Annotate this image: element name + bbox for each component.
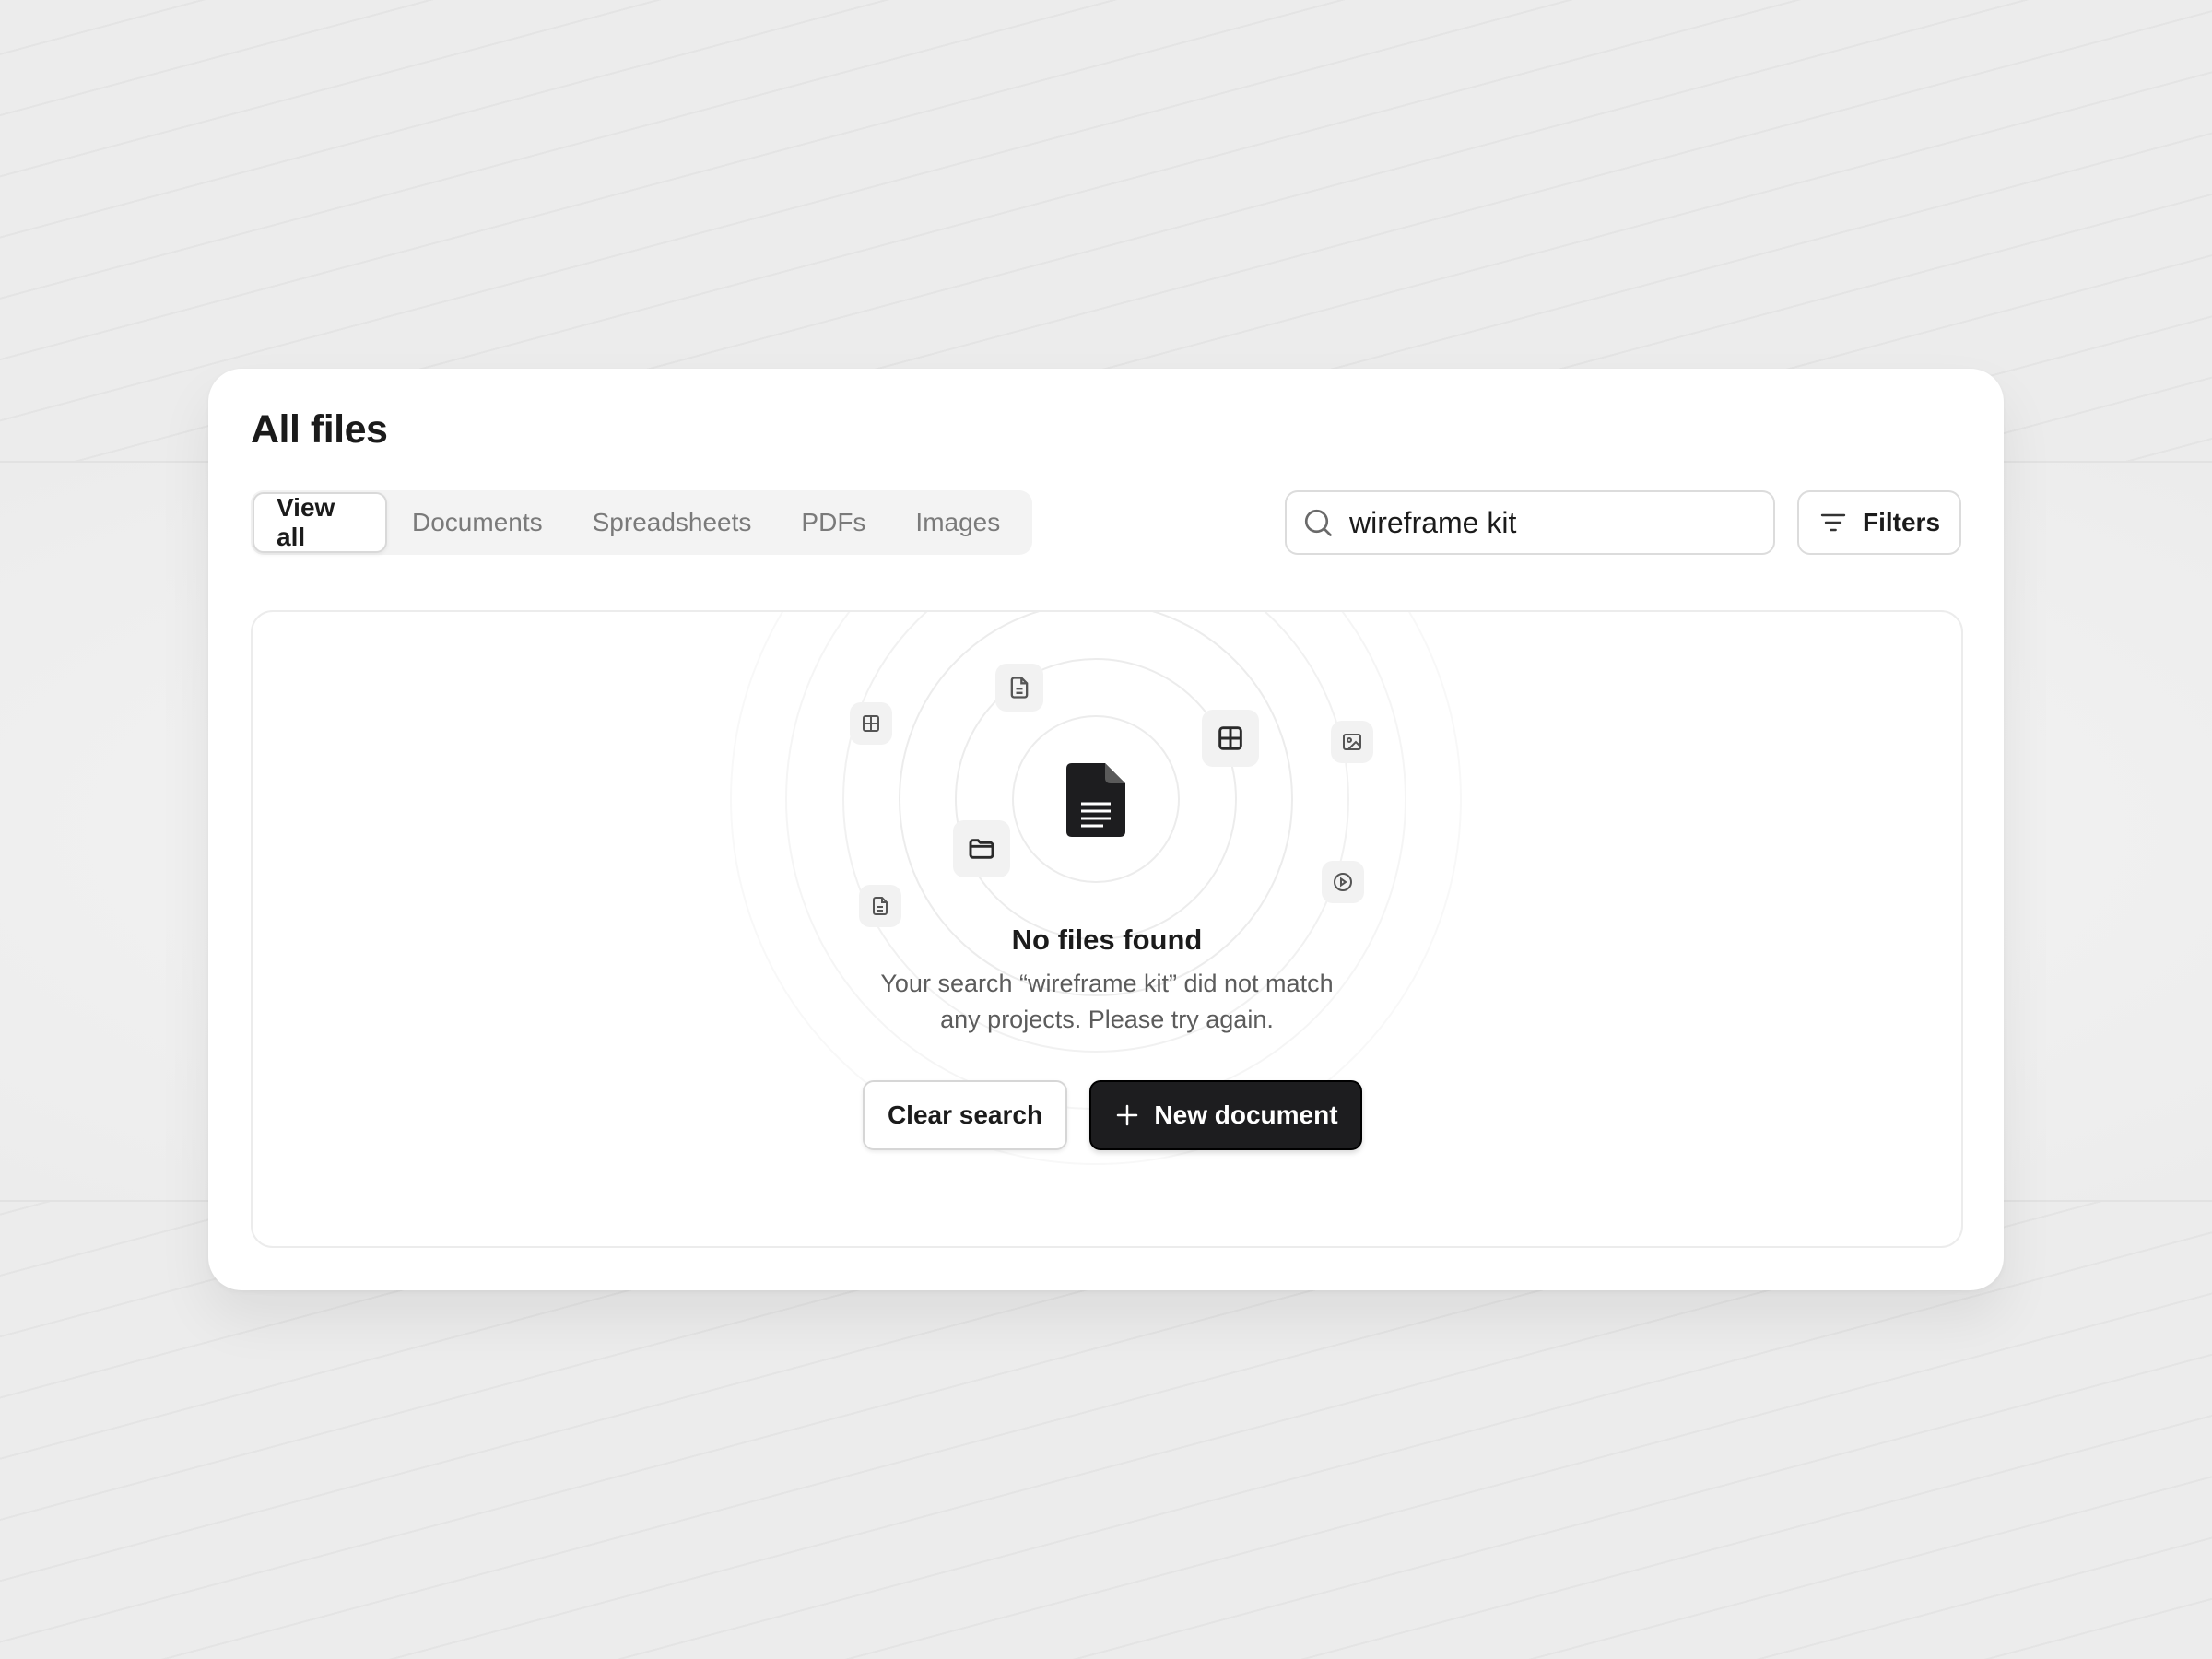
document-icon	[1066, 763, 1125, 837]
search-input[interactable]	[1347, 504, 1738, 541]
page-title: All files	[251, 407, 388, 452]
tab-view-all[interactable]: View all	[253, 492, 387, 553]
search-icon	[1304, 509, 1332, 536]
filters-label: Filters	[1862, 508, 1941, 536]
file-type-tabs: View all Documents Spreadsheets PDFs Ima…	[251, 490, 1032, 555]
table-icon	[863, 715, 879, 732]
search-box[interactable]	[1285, 490, 1775, 555]
new-document-label: New document	[1154, 1100, 1338, 1129]
table-chip	[850, 702, 892, 745]
empty-state-message: Your search “wireframe kit” did not matc…	[880, 970, 1334, 1033]
file-text-chip	[995, 664, 1043, 712]
new-document-button[interactable]: New document	[1089, 1080, 1362, 1150]
files-card: All files View all Documents Spreadsheet…	[208, 369, 2004, 1290]
filters-button[interactable]: Filters	[1797, 490, 1961, 555]
grid-icon	[1218, 726, 1242, 750]
filter-lines-icon	[1820, 513, 1846, 532]
results-panel: No files found Your search “wireframe ki…	[251, 610, 1963, 1248]
tab-pdfs[interactable]: PDFs	[776, 492, 890, 553]
file-text-icon	[873, 897, 888, 915]
folder-icon	[969, 839, 994, 859]
folder-chip	[953, 820, 1010, 877]
clear-search-button[interactable]: Clear search	[863, 1080, 1067, 1150]
file-text-chip-small	[859, 885, 901, 927]
image-icon	[1343, 734, 1361, 750]
tab-images[interactable]: Images	[890, 492, 1025, 553]
tab-spreadsheets[interactable]: Spreadsheets	[568, 492, 777, 553]
grid-chip	[1202, 710, 1259, 767]
file-text-icon	[1010, 677, 1029, 699]
plus-icon	[1117, 1104, 1138, 1126]
tab-documents[interactable]: Documents	[387, 492, 568, 553]
play-circle-icon	[1334, 873, 1352, 891]
image-chip	[1331, 721, 1373, 763]
play-chip	[1322, 861, 1364, 903]
empty-state-title: No files found	[1011, 924, 1203, 956]
